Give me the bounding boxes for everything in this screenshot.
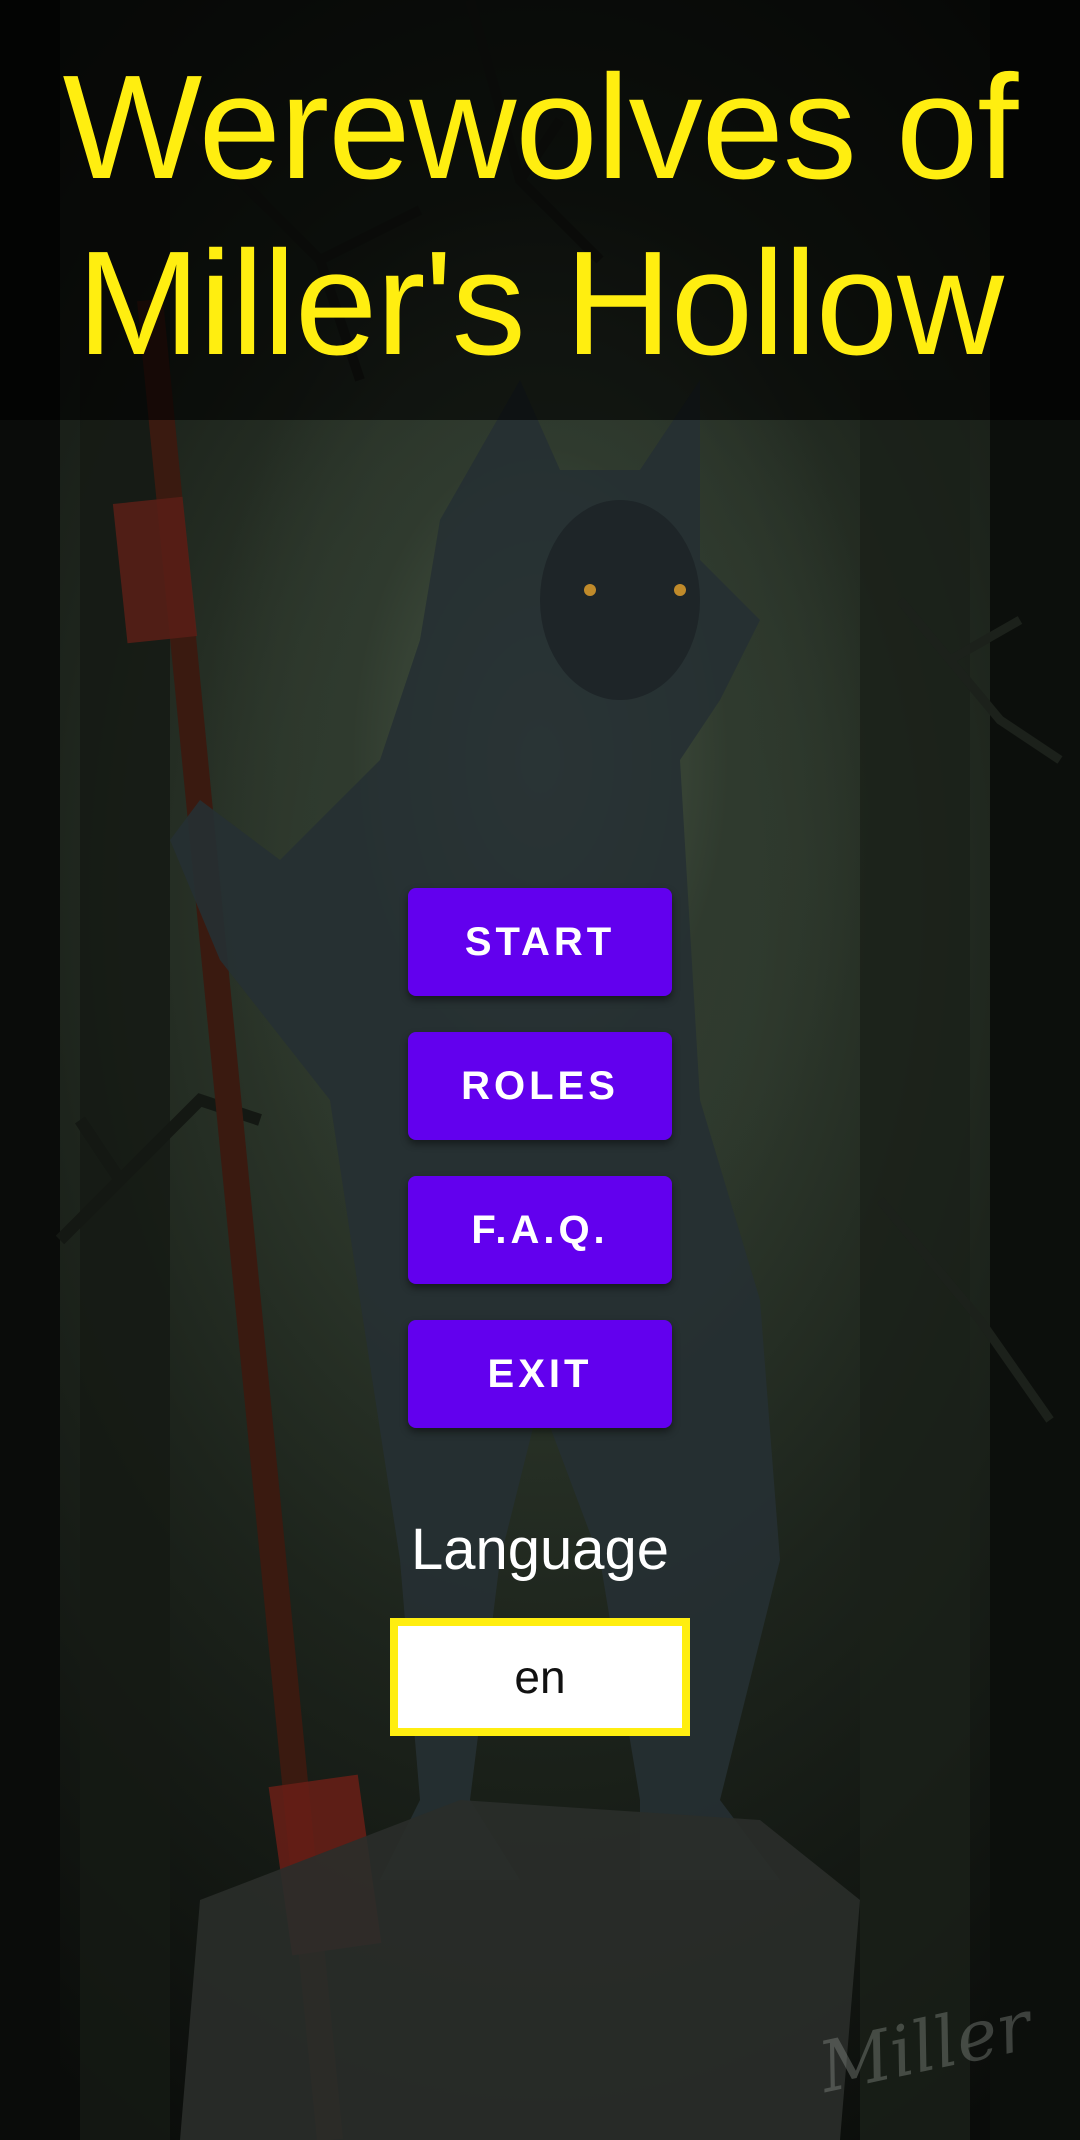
exit-button[interactable]: EXIT bbox=[408, 1320, 672, 1428]
start-button[interactable]: START bbox=[408, 888, 672, 996]
roles-button[interactable]: ROLES bbox=[408, 1032, 672, 1140]
language-select[interactable]: en bbox=[390, 1618, 690, 1736]
game-title-line-2: Miller's Hollow bbox=[76, 221, 1004, 386]
game-title-line-1: Werewolves of bbox=[62, 45, 1019, 210]
main-menu: START ROLES F.A.Q. EXIT bbox=[408, 888, 672, 1464]
language-label: Language bbox=[410, 1517, 670, 1582]
main-menu-screen: Miller Werewolves of Miller's Hollow STA… bbox=[0, 0, 1080, 2140]
faq-button[interactable]: F.A.Q. bbox=[408, 1176, 672, 1284]
game-title: Werewolves of Miller's Hollow bbox=[0, 40, 1080, 392]
